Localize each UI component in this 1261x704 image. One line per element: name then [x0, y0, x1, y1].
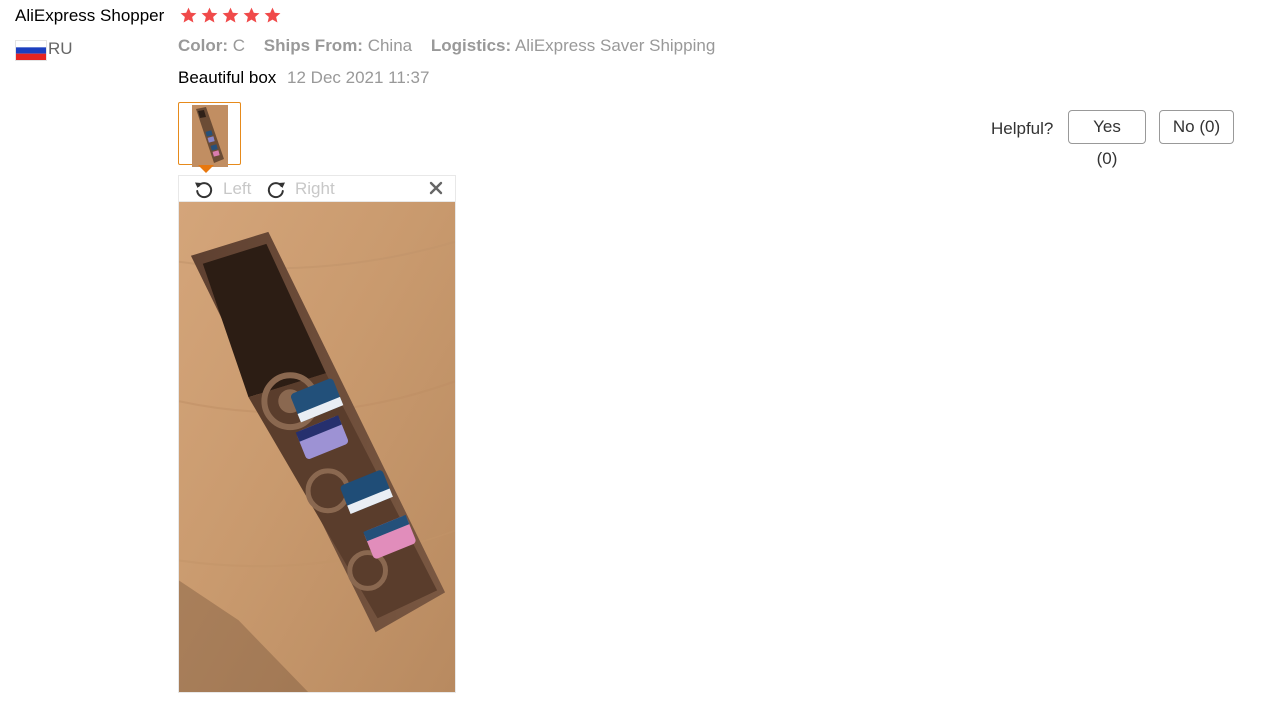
star-icon [222, 7, 239, 23]
reviewer-name: AliExpress Shopper [15, 6, 165, 25]
attr-color-key: Color: [178, 36, 229, 55]
helpful-yes-button[interactable]: Yes (0) [1068, 110, 1146, 168]
review-photo-thumbnail[interactable] [178, 102, 241, 167]
attr-ships-from-key: Ships From: [263, 36, 363, 55]
attr-color-value: C [232, 36, 246, 55]
attr-logistics-value: AliExpress Saver Shipping [514, 36, 716, 55]
rating-stars [179, 6, 282, 25]
review-photo-enlarged [178, 201, 456, 693]
rotate-left-button[interactable]: Left [193, 178, 251, 200]
helpful-question: Helpful? [991, 119, 1054, 138]
rotate-right-button[interactable]: Right [265, 178, 335, 200]
star-icon [180, 7, 197, 23]
close-icon[interactable] [427, 179, 445, 197]
order-attributes: Color: C Ships From: China Logistics: Al… [178, 35, 729, 57]
attr-ships-from-value: China [367, 36, 413, 55]
attr-logistics-key: Logistics: [430, 36, 512, 55]
russia-flag-icon [15, 40, 47, 61]
review-date: 12 Dec 2021 11:37 [287, 68, 430, 87]
photo-viewer-toolbar: Left Right [178, 175, 456, 201]
star-icon [264, 7, 281, 23]
review-content: Beautiful box 12 Dec 2021 11:37 [178, 67, 429, 89]
rotate-right-label: Right [295, 179, 335, 198]
rotate-right-icon [267, 182, 285, 199]
star-icon [243, 7, 260, 23]
review-text: Beautiful box [178, 68, 277, 87]
rotate-left-label: Left [223, 179, 252, 198]
country-code: RU [48, 39, 73, 58]
star-icon [201, 7, 218, 23]
helpful-no-button[interactable]: No (0) [1159, 110, 1234, 144]
thumbnail-image [192, 105, 228, 167]
selected-thumbnail-pointer [198, 165, 214, 173]
rotate-left-icon [195, 182, 213, 199]
